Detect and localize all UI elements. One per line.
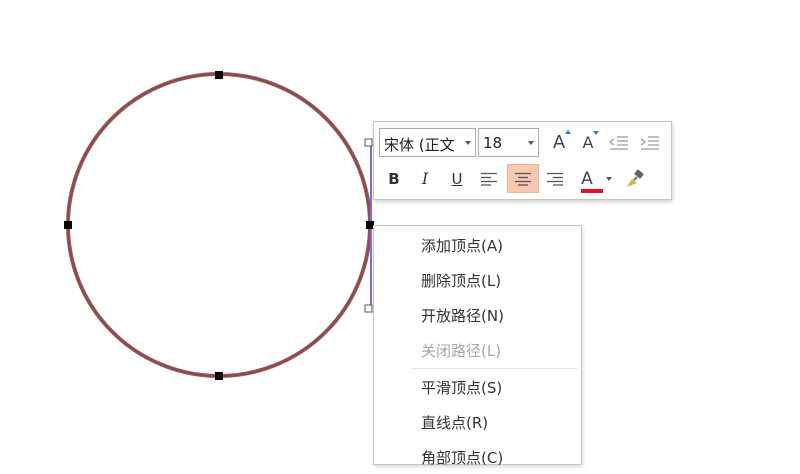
align-left-icon bbox=[481, 172, 497, 186]
italic-button[interactable]: I bbox=[411, 164, 439, 193]
increase-indent-icon bbox=[640, 135, 659, 150]
align-right-button[interactable] bbox=[541, 164, 569, 193]
font-name-value: 宋体 (正文 bbox=[384, 136, 455, 154]
menu-item-label: 平滑顶点(S) bbox=[421, 378, 503, 397]
align-center-icon bbox=[515, 172, 531, 186]
circle-shape[interactable] bbox=[66, 72, 372, 378]
font-name-combobox[interactable]: 宋体 (正文 bbox=[379, 128, 476, 157]
italic-icon: I bbox=[421, 169, 429, 188]
font-size-value: 18 bbox=[483, 134, 503, 152]
slide-canvas[interactable]: 宋体 (正文 18 A A B I U A 添加顶点(A) 删除顶点(L) 开放… bbox=[0, 0, 800, 467]
chevron-down-icon[interactable] bbox=[528, 141, 534, 145]
menu-item-label: 添加顶点(A) bbox=[421, 236, 503, 255]
menu-item-label: 开放路径(N) bbox=[421, 306, 504, 325]
menu-item-open-path[interactable]: 开放路径(N) bbox=[374, 298, 581, 332]
mini-toolbar: 宋体 (正文 18 A A B I U A bbox=[373, 121, 672, 200]
menu-item-add-vertex[interactable]: 添加顶点(A) bbox=[374, 228, 581, 262]
menu-item-straight-point[interactable]: 直线点(R) bbox=[374, 405, 581, 439]
resize-handle-top[interactable] bbox=[364, 138, 373, 147]
menu-item-close-path: 关闭路径(L) bbox=[374, 333, 581, 367]
decrease-indent-button[interactable] bbox=[605, 128, 633, 157]
font-size-combobox[interactable]: 18 bbox=[478, 128, 539, 157]
grow-font-icon: A bbox=[552, 130, 572, 153]
menu-separator bbox=[412, 368, 577, 369]
font-color-button[interactable]: A bbox=[573, 164, 604, 193]
vertex-bottom[interactable] bbox=[215, 372, 223, 380]
grow-font-glyph: A bbox=[552, 132, 566, 153]
bold-button[interactable]: B bbox=[380, 164, 408, 193]
align-center-button[interactable] bbox=[507, 164, 539, 193]
menu-item-corner-point[interactable]: 角部顶点(C) bbox=[374, 440, 581, 474]
menu-item-label: 直线点(R) bbox=[421, 413, 489, 432]
context-menu: 添加顶点(A) 删除顶点(L) 开放路径(N) 关闭路径(L) 平滑顶点(S) … bbox=[373, 225, 582, 467]
bold-icon: B bbox=[388, 169, 400, 188]
font-color-swatch bbox=[581, 188, 604, 193]
underline-icon: U bbox=[451, 169, 463, 188]
vertex-top[interactable] bbox=[215, 71, 223, 79]
shrink-font-icon: A bbox=[582, 131, 600, 152]
increase-indent-button[interactable] bbox=[636, 128, 664, 157]
grow-font-button[interactable]: A bbox=[545, 128, 573, 157]
resize-handle-bottom[interactable] bbox=[364, 304, 373, 313]
underline-button[interactable]: U bbox=[443, 164, 471, 193]
vertex-left[interactable] bbox=[64, 221, 72, 229]
format-painter-button[interactable] bbox=[621, 164, 649, 193]
shrink-font-glyph: A bbox=[582, 133, 594, 152]
font-color-glyph: A bbox=[581, 168, 593, 189]
align-left-button[interactable] bbox=[475, 164, 503, 193]
chevron-down-icon[interactable] bbox=[465, 141, 471, 145]
font-color-icon: A bbox=[581, 168, 604, 193]
menu-item-smooth-point[interactable]: 平滑顶点(S) bbox=[374, 370, 581, 404]
shrink-font-button[interactable]: A bbox=[574, 128, 602, 157]
format-painter-icon bbox=[627, 169, 644, 187]
menu-item-label: 删除顶点(L) bbox=[421, 271, 502, 290]
font-color-dropdown-icon[interactable] bbox=[606, 177, 612, 181]
menu-item-delete-vertex[interactable]: 删除顶点(L) bbox=[374, 263, 581, 297]
menu-item-label: 关闭路径(L) bbox=[421, 341, 502, 360]
decrease-indent-icon bbox=[609, 135, 628, 150]
align-right-icon bbox=[547, 172, 563, 186]
